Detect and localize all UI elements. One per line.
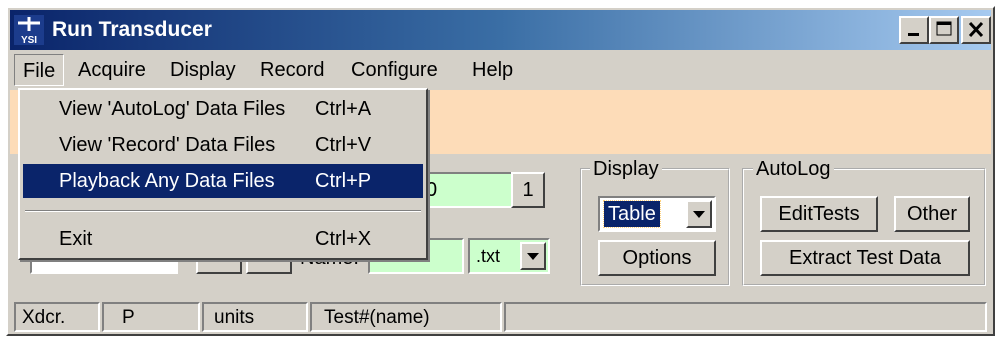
file-menu-popup: View 'AutoLog' Data Files Ctrl+A View 'R… [18,88,428,260]
minimize-icon [908,33,919,36]
window-title: Run Transducer [52,18,212,41]
menu-help[interactable]: Help [464,54,521,86]
menu-item-shortcut: Ctrl+X [315,228,372,250]
menu-item-label: View 'Record' Data Files [59,134,276,156]
menu-bar: File Acquire Display Record Configure He… [10,52,991,88]
menu-item-label: Playback Any Data Files [59,170,275,192]
other-button[interactable]: Other [894,196,970,232]
counter-field: 0 [418,172,518,208]
edit-tests-button[interactable]: EditTests [760,196,878,232]
menu-item-label: View 'AutoLog' Data Files [59,98,286,120]
menu-item-view-record[interactable]: View 'Record' Data Files Ctrl+V [23,128,423,162]
extension-dropdown-button[interactable] [520,242,546,270]
counter-step-button[interactable]: 1 [511,172,545,208]
menu-item-shortcut: Ctrl+P [315,170,372,192]
menu-item-shortcut: Ctrl+A [315,98,372,120]
chevron-down-icon [527,253,539,260]
status-pane-extra [504,302,987,332]
menu-configure[interactable]: Configure [343,54,446,86]
status-pane-p: P [102,302,200,332]
autolog-group-label: AutoLog [753,158,834,180]
extract-test-data-button[interactable]: Extract Test Data [760,240,970,276]
display-mode-dropdown-button[interactable] [686,200,712,228]
menu-separator [25,210,421,212]
extension-dropdown[interactable]: .txt [468,238,550,274]
extension-value: .txt [476,246,501,266]
menu-record[interactable]: Record [252,54,332,86]
status-pane-units: units [202,302,308,332]
menu-file[interactable]: File [14,54,65,86]
display-mode-value: Table [603,200,661,228]
display-mode-dropdown[interactable]: Table [598,196,716,232]
menu-display[interactable]: Display [162,54,244,86]
close-button[interactable] [961,16,991,44]
close-icon [968,21,984,38]
minimize-button[interactable] [899,16,929,44]
ysi-app-icon[interactable]: YSI [14,15,44,46]
maximize-button[interactable] [929,16,959,44]
ysi-logo-text: YSI [21,35,37,45]
menu-item-shortcut: Ctrl+V [315,134,372,156]
maximize-icon [936,21,952,36]
menu-acquire[interactable]: Acquire [70,54,154,86]
menu-item-playback[interactable]: Playback Any Data Files Ctrl+P [23,164,423,198]
chevron-down-icon [693,211,705,218]
title-bar[interactable]: YSI Run Transducer [10,10,991,50]
display-group-label: Display [590,158,662,180]
status-bar: Xdcr. P units Test#(name) [10,300,991,334]
menu-item-label: Exit [59,228,93,250]
menu-item-exit[interactable]: Exit Ctrl+X [23,222,423,256]
menu-item-view-autolog[interactable]: View 'AutoLog' Data Files Ctrl+A [23,92,423,126]
status-pane-xdcr: Xdcr. [14,302,100,332]
status-pane-test-name: Test#(name) [310,302,502,332]
options-button[interactable]: Options [598,240,716,276]
run-transducer-window: YSI Run Transducer File Acquire Display … [6,6,995,336]
